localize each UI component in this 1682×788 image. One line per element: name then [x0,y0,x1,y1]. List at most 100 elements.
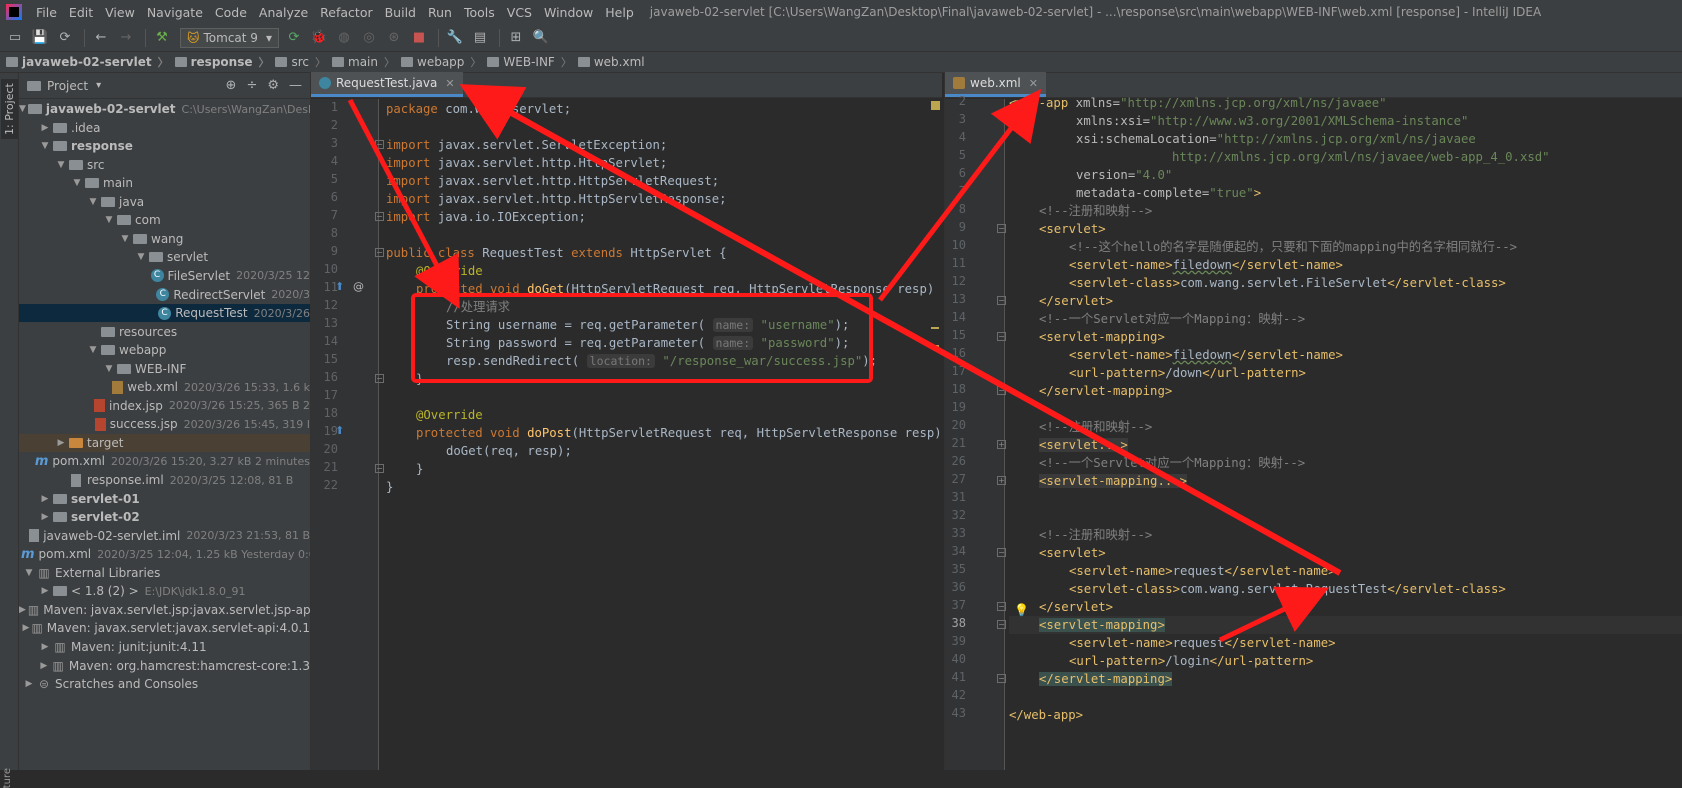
tree-item[interactable]: ▼ servlet [19,248,310,266]
collapse-all-icon[interactable]: ÷ [246,78,257,93]
tab-requesttest-java[interactable]: RequestTest.java ✕ [311,72,463,97]
java-code-area[interactable]: package com.wang.servlet; import javax.s… [386,99,943,770]
stop-icon[interactable]: ■ [408,27,430,49]
tree-item[interactable]: ▼ com [19,211,310,229]
menu-build[interactable]: Build [379,5,422,20]
expand-arrow-icon[interactable]: ▶ [19,605,26,615]
xml-line-gutter[interactable]: 2 3 4 5 6 7 8 9 10 11 12 13 14 15 16 17 18 19 20 21 26 27 31 32… [945,94,1006,770]
expand-arrow-icon[interactable]: ▶ [38,661,49,671]
lightbulb-icon[interactable]: 💡 [1014,603,1029,617]
expand-arrow-icon[interactable]: ▼ [23,568,35,578]
expand-arrow-icon[interactable]: ▼ [87,197,99,207]
expand-arrow-icon[interactable]: ▼ [103,364,115,374]
fold-toggle-icon[interactable]: − [997,224,1006,233]
menu-vcs[interactable]: VCS [501,5,538,20]
tree-item[interactable]: ▼ java [19,193,310,211]
debug-icon[interactable]: 🐞 [308,27,330,49]
hide-panel-icon[interactable]: — [289,78,302,93]
build-hammer-icon[interactable]: ⚒ [151,27,173,49]
breadcrumb-item[interactable]: response 〉 [174,54,276,70]
fold-toggle-icon[interactable]: − [997,386,1006,395]
expand-arrow-icon[interactable]: ▶ [39,123,51,133]
breadcrumb-item[interactable]: main 〉 [332,54,401,70]
back-icon[interactable]: ← [90,27,112,49]
expand-arrow-icon[interactable]: ▶ [23,679,35,689]
expand-arrow-icon[interactable]: ▼ [103,215,115,225]
tree-item[interactable]: ▼ WEB-INF [19,360,310,378]
sync-icon[interactable]: ⟳ [54,27,76,49]
override-method-icon[interactable]: ⬆ [335,280,344,293]
menu-file[interactable]: File [30,5,63,20]
expand-arrow-icon[interactable]: ▶ [39,512,51,522]
settings-wrench-icon[interactable]: 🔧 [444,27,466,49]
expand-arrow-icon[interactable]: ▼ [135,252,147,262]
menu-tools[interactable]: Tools [458,5,501,20]
fold-toggle-icon[interactable]: − [997,548,1006,557]
expand-arrow-icon[interactable]: ▶ [39,494,51,504]
profile-icon[interactable]: ◎ [358,27,380,49]
fold-toggle-icon[interactable]: − [997,602,1006,611]
menu-help[interactable]: Help [599,5,640,20]
expand-arrow-icon[interactable]: ▶ [55,438,67,448]
expand-arrow-icon[interactable]: ▼ [19,104,26,114]
terminal-icon[interactable]: ⊞ [505,27,527,49]
tree-item[interactable]: ▶ .idea [19,119,310,137]
expand-arrow-icon[interactable]: ▶ [39,642,51,652]
fold-toggle-icon[interactable]: − [375,212,384,221]
expand-arrow-icon[interactable]: ▼ [87,345,99,355]
tree-item[interactable]: ▼ src [19,156,310,174]
rerun-icon[interactable]: ⟳ [283,27,305,49]
menu-edit[interactable]: Edit [63,5,99,20]
menu-refactor[interactable]: Refactor [314,5,378,20]
open-folder-icon[interactable]: ▭ [4,27,26,49]
tree-item[interactable]: C RedirectServlet 2020/3 [19,286,310,304]
fold-toggle-icon[interactable]: − [375,464,384,473]
project-view-select[interactable]: Project ▾ [27,79,101,93]
tree-item[interactable]: ▶ ▥ Maven: junit:junit:4.11 [19,638,310,656]
expand-arrow-icon[interactable]: ▶ [23,623,30,633]
override-method-icon[interactable]: ⬆ [335,424,344,437]
menu-navigate[interactable]: Navigate [141,5,209,20]
attach-icon[interactable]: ⊛ [383,27,405,49]
project-tool-tab[interactable]: 1: Project [1,79,18,139]
breadcrumb-item[interactable]: javaweb-02-servlet 〉 [6,54,175,70]
breadcrumb-item[interactable]: src 〉 [275,54,332,70]
expand-arrow-icon[interactable]: ▶ [39,586,51,596]
fold-toggle-icon[interactable]: + [997,440,1006,449]
menu-view[interactable]: View [99,5,141,20]
tree-item[interactable]: resources [19,323,310,341]
expand-arrow-icon[interactable]: ▼ [55,160,67,170]
breadcrumb-item[interactable]: webapp 〉 [401,54,487,70]
breadcrumb-item[interactable]: web.xml [577,55,645,69]
tree-item[interactable]: ▶ ▥ Maven: org.hamcrest:hamcrest-core:1.3 [19,657,310,675]
tree-item[interactable]: ▼ javaweb-02-servlet C:\Users\WangZan\Desk… [19,100,310,118]
tree-item[interactable]: success.jsp 2020/3/26 15:45, 319 I [19,415,310,433]
breadcrumb-item[interactable]: WEB-INF 〉 [487,54,577,70]
fold-toggle-icon[interactable]: − [997,620,1006,629]
fold-toggle-icon[interactable]: + [997,476,1006,485]
tree-item[interactable]: C FileServlet 2020/3/25 12 [19,267,310,285]
fold-toggle-icon[interactable]: − [997,332,1006,341]
structure-tool-tab[interactable]: ture [2,768,13,788]
tree-item[interactable]: C RequestTest 2020/3/26 [19,304,310,323]
menu-window[interactable]: Window [538,5,599,20]
fold-toggle-icon[interactable]: − [375,248,384,257]
fold-toggle-icon[interactable]: − [997,296,1006,305]
forward-icon[interactable]: → [115,27,137,49]
close-icon[interactable]: ✕ [1029,77,1038,90]
tree-item[interactable]: ▼ webapp [19,341,310,359]
close-icon[interactable]: ✕ [445,77,454,90]
fold-toggle-icon[interactable]: − [375,140,384,149]
menu-run[interactable]: Run [422,5,458,20]
tree-item[interactable]: ▼ main [19,174,310,192]
gear-icon[interactable]: ⚙ [267,78,279,93]
tree-item[interactable]: ▶ ⊜ Scratches and Consoles [19,675,310,693]
tree-item[interactable]: m pom.xml 2020/3/26 15:20, 3.27 kB 2 minut… [19,452,310,470]
tree-item[interactable]: ▶ servlet-01 [19,490,310,508]
tree-item[interactable]: ▼ ▥ External Libraries [19,564,310,582]
save-icon[interactable]: 💾 [29,27,51,49]
run-configuration-select[interactable]: 🐱 Tomcat 9 ▾ [180,27,279,48]
coverage-icon[interactable]: ◍ [333,27,355,49]
tree-item[interactable]: ▼ wang [19,230,310,248]
tree-item[interactable]: ▶ target [19,433,310,452]
